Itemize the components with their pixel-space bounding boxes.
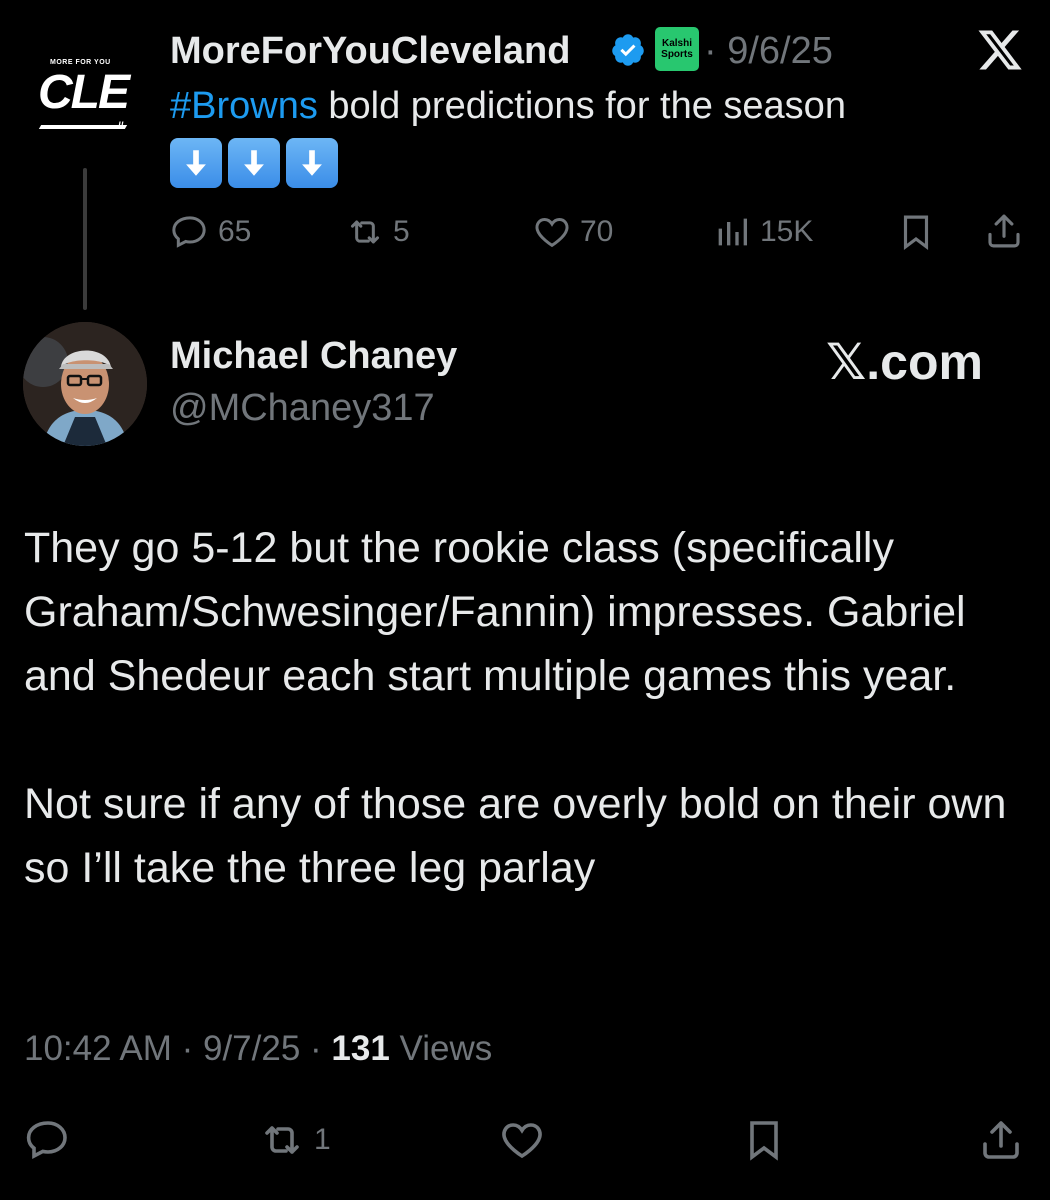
reply-author-name[interactable]: Michael Chaney xyxy=(170,335,457,378)
repost-icon xyxy=(265,1126,299,1154)
logo-slashes: // xyxy=(118,121,124,132)
like-action[interactable]: 70 xyxy=(532,212,613,252)
reply-tweet-text: They go 5-12 but the rookie class (speci… xyxy=(24,516,1034,900)
parent-tweet-text: #Browns bold predictions for the season xyxy=(170,85,846,128)
down-arrow-emoji-icon xyxy=(286,138,338,188)
views-count: 15K xyxy=(760,215,814,248)
bookmark-icon[interactable] xyxy=(895,211,937,253)
share-icon[interactable] xyxy=(977,1116,1025,1164)
logo-underline xyxy=(38,125,128,129)
views-action[interactable]: 15K xyxy=(712,212,813,252)
verified-badge-icon xyxy=(612,34,644,66)
views-label: Views xyxy=(389,1029,493,1068)
parent-text-body: bold predictions for the season xyxy=(317,85,846,127)
parent-date[interactable]: · 9/6/25 xyxy=(704,30,833,73)
down-arrow-emoji-icon xyxy=(228,138,280,188)
xcom-watermark: 𝕏.com xyxy=(826,334,983,390)
bookmark-icon[interactable] xyxy=(740,1116,788,1164)
like-count: 70 xyxy=(580,215,614,248)
analytics-icon xyxy=(718,218,747,246)
badge-line-1: Kalshi xyxy=(661,38,692,49)
heart-icon xyxy=(535,217,569,248)
down-arrow-emoji-icon xyxy=(170,138,222,188)
avatar-photo xyxy=(23,322,147,446)
logo-big-text: CLE xyxy=(38,66,130,119)
thread-connector-line xyxy=(83,168,87,310)
repost-count: 1 xyxy=(314,1123,331,1156)
repost-icon xyxy=(351,220,379,244)
reply-paragraph-1: They go 5-12 but the rookie class (speci… xyxy=(24,524,966,700)
avatar[interactable] xyxy=(23,322,147,446)
repost-action[interactable]: 1 xyxy=(258,1116,331,1164)
tweet-timestamp[interactable]: 10:42 AM · 9/7/25 · xyxy=(24,1029,331,1068)
x-logo-icon[interactable] xyxy=(976,26,1024,74)
cle-logo: MORE FOR YOU CLE // xyxy=(30,45,140,135)
repost-count: 5 xyxy=(393,215,410,248)
emoji-row xyxy=(170,138,338,188)
heart-icon[interactable] xyxy=(498,1116,546,1164)
kalshi-sports-badge: Kalshi Sports xyxy=(655,27,699,71)
view-count: 131 xyxy=(331,1029,390,1068)
reply-icon[interactable] xyxy=(24,1116,72,1164)
badge-line-2: Sports xyxy=(661,49,693,60)
reply-count: 65 xyxy=(218,215,252,248)
reply-icon xyxy=(172,216,206,248)
reply-action[interactable]: 65 xyxy=(170,212,251,252)
reply-paragraph-2: Not sure if any of those are overly bold… xyxy=(24,780,1007,892)
parent-author-name[interactable]: MoreForYouCleveland xyxy=(170,30,570,73)
hashtag-link[interactable]: #Browns xyxy=(170,85,318,127)
tweet-meta: 10:42 AM · 9/7/25 · 131 Views xyxy=(24,1029,492,1069)
reply-author-handle[interactable]: @MChaney317 xyxy=(170,387,435,430)
repost-action[interactable]: 5 xyxy=(345,212,410,252)
share-icon[interactable] xyxy=(983,210,1025,252)
